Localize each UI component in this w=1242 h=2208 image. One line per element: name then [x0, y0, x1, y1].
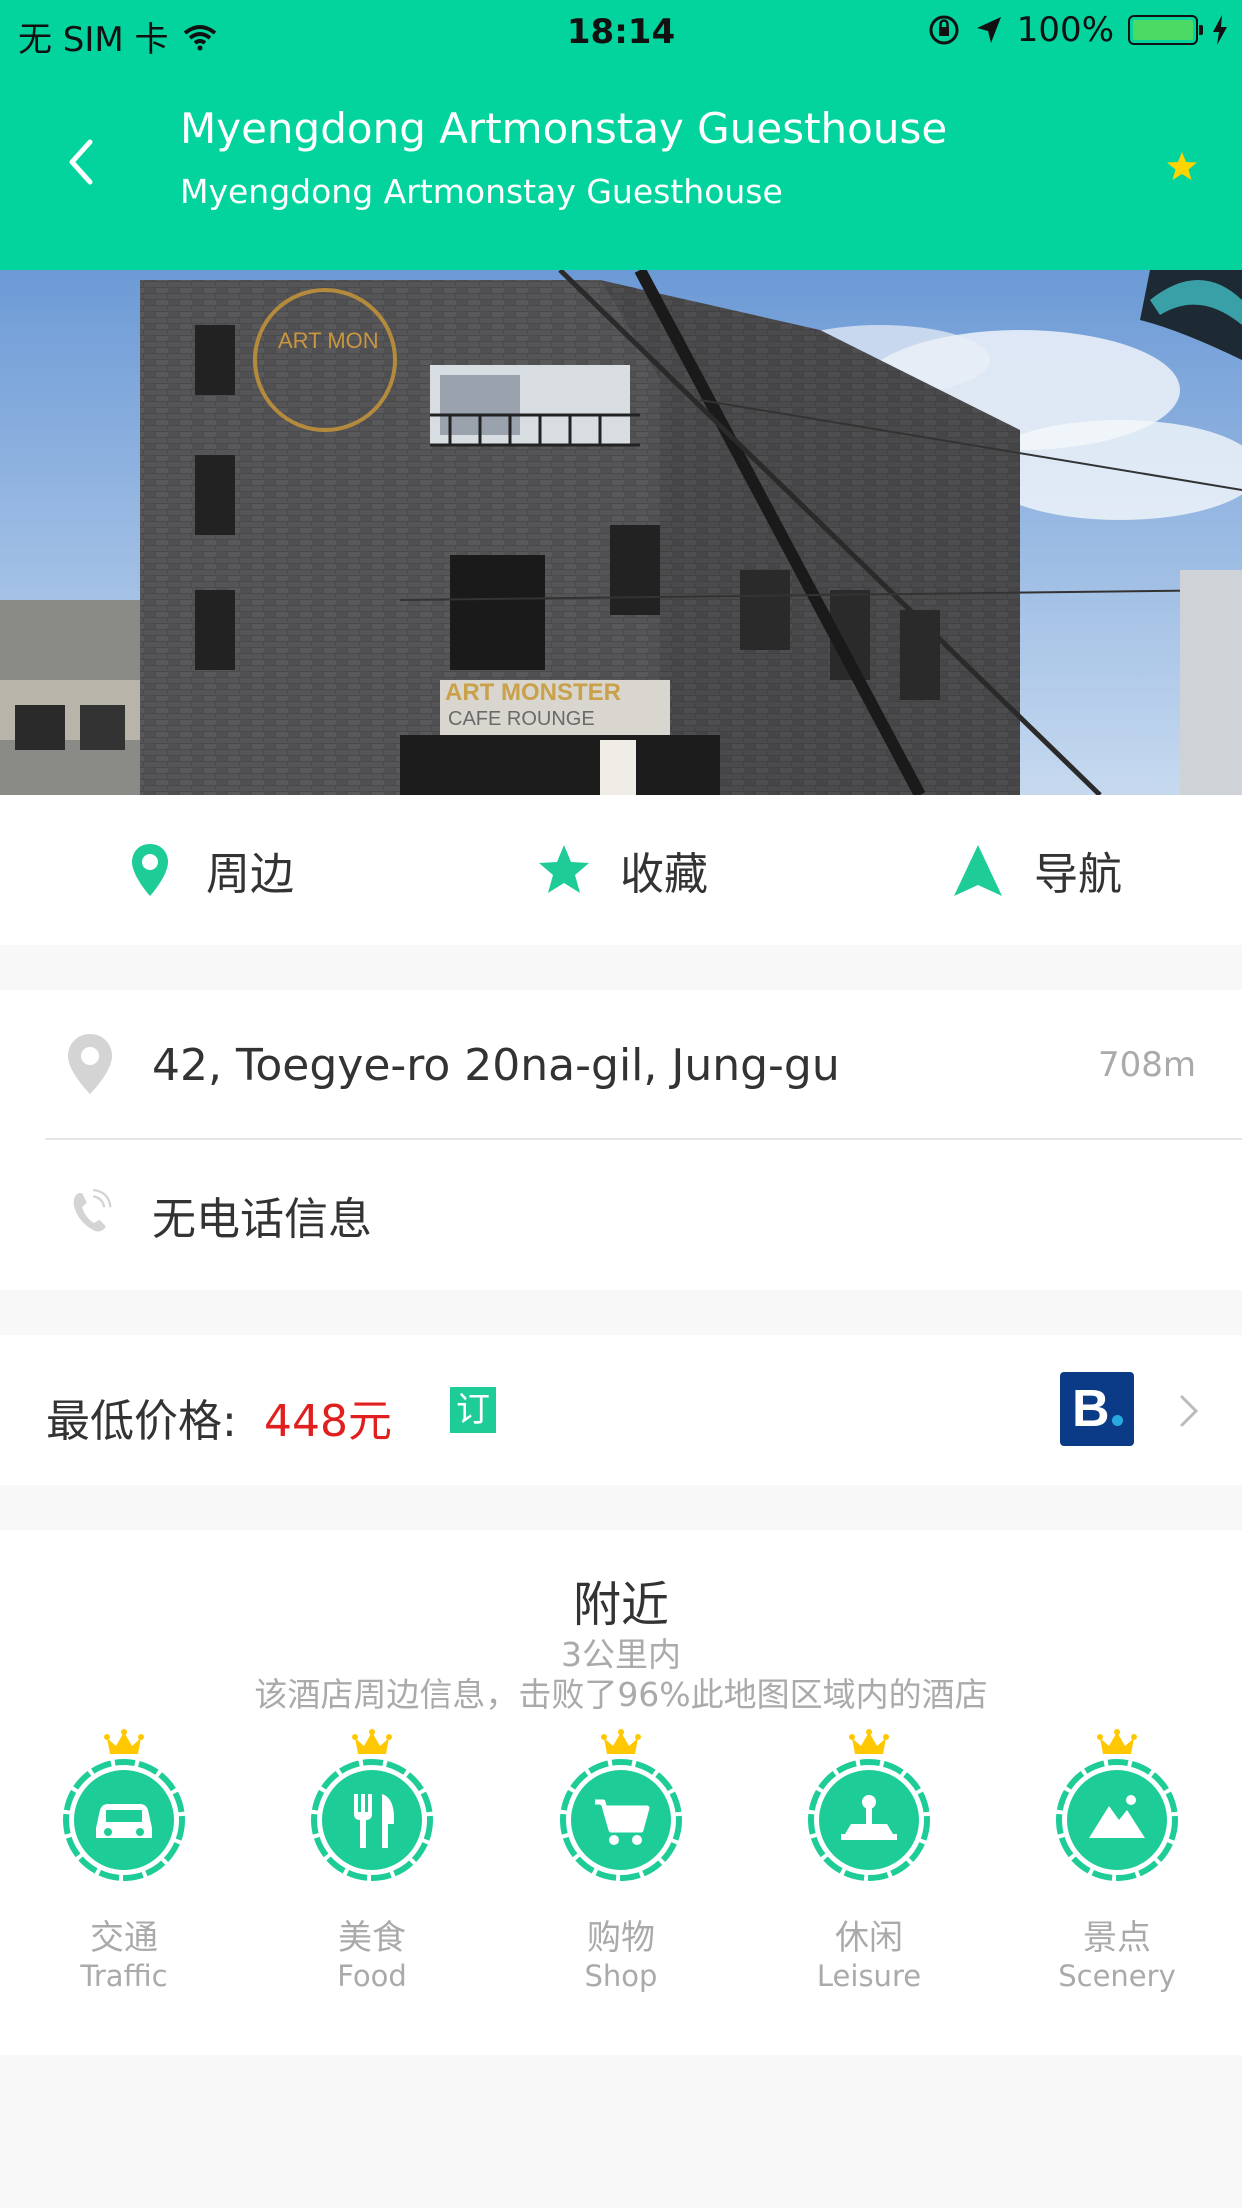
- joystick-icon: [808, 1759, 930, 1881]
- booking-logo: B: [1060, 1372, 1134, 1446]
- favorite-action-button[interactable]: 收藏: [414, 795, 828, 945]
- favorite-star-icon[interactable]: [1164, 148, 1200, 184]
- category-leisure-cn: 休闲: [835, 1918, 903, 1958]
- charging-bolt-icon: [1213, 15, 1227, 45]
- crown-icon: [1097, 1729, 1137, 1754]
- page-subtitle: Myengdong Artmonstay Guesthouse: [180, 172, 783, 211]
- car-icon: [63, 1759, 185, 1881]
- battery-icon: [1128, 15, 1203, 45]
- category-traffic[interactable]: 交通 Traffic: [34, 1728, 214, 1993]
- navigation-arrow-icon: [954, 845, 1002, 896]
- action-bar: 周边 收藏 导航: [0, 795, 1242, 945]
- status-bar: 无 SIM 卡 18:14 100%: [0, 0, 1242, 62]
- address-text: 42, Toegye-ro 20na-gil, Jung-gu: [152, 1039, 840, 1091]
- crown-icon: [601, 1729, 641, 1754]
- category-leisure-en: Leisure: [816, 1959, 922, 1993]
- location-pin-icon: [132, 844, 168, 896]
- fork-knife-icon: [311, 1759, 433, 1881]
- category-traffic-en: Traffic: [80, 1959, 168, 1993]
- nearby-action-button[interactable]: 周边: [0, 795, 414, 945]
- book-badge[interactable]: 订: [450, 1387, 496, 1433]
- category-shop[interactable]: 购物 Shop: [531, 1728, 711, 1993]
- category-shop-en: Shop: [584, 1959, 658, 1993]
- address-row[interactable]: 42, Toegye-ro 20na-gil, Jung-gu 708m: [0, 990, 1242, 1140]
- phone-text: 无电话信息: [152, 1194, 372, 1245]
- phone-icon: [73, 1188, 112, 1232]
- category-traffic-cn: 交通: [90, 1918, 158, 1958]
- hotel-photo: ART MON ART MONSTER CAFE ROUNGE: [0, 270, 1242, 795]
- category-food-cn: 美食: [338, 1918, 406, 1958]
- navigate-action-button[interactable]: 导航: [828, 795, 1242, 945]
- chevron-right-icon[interactable]: [1176, 1391, 1202, 1431]
- price-label: 最低价格:: [46, 1396, 237, 1447]
- category-food-en: Food: [337, 1959, 407, 1993]
- location-arrow-icon: [976, 17, 1001, 43]
- nearby-title: 附近: [572, 1577, 669, 1633]
- phone-row[interactable]: 无电话信息: [0, 1140, 1242, 1290]
- crown-icon: [849, 1729, 889, 1754]
- category-food[interactable]: 美食 Food: [282, 1728, 462, 1993]
- crown-icon: [352, 1729, 392, 1754]
- nearby-section: 附近 3公里内 该酒店周边信息，击败了96%此地图区域内的酒店 交通 Traff…: [0, 1530, 1242, 2055]
- logo-text: ART MON: [278, 328, 379, 353]
- orientation-lock-icon: [929, 15, 959, 45]
- back-chevron-icon[interactable]: [58, 132, 106, 192]
- category-leisure[interactable]: 休闲 Leisure: [779, 1728, 959, 1993]
- nearby-action-label: 周边: [206, 849, 294, 900]
- star-icon: [539, 845, 589, 893]
- distance-text: 708m: [1097, 1045, 1196, 1085]
- price-row[interactable]: 最低价格: 448元 订 B: [0, 1335, 1242, 1485]
- category-scenery-en: Scenery: [1058, 1959, 1176, 1993]
- nearby-description: 该酒店周边信息，击败了96%此地图区域内的酒店: [254, 1675, 988, 1714]
- sign-text-bottom: CAFE ROUNGE: [448, 708, 595, 730]
- category-shop-cn: 购物: [587, 1918, 655, 1958]
- hotel-photo-illustration: ART MON ART MONSTER CAFE ROUNGE: [0, 270, 1242, 795]
- battery-percent: 100%: [1016, 10, 1114, 50]
- price-value: 448元: [264, 1396, 392, 1447]
- contact-info-card: 42, Toegye-ro 20na-gil, Jung-gu 708m 无电话…: [0, 990, 1242, 1290]
- cart-icon: [560, 1759, 682, 1881]
- navigation-header: Myengdong Artmonstay Guesthouse Myengdon…: [0, 62, 1242, 270]
- sign-text-top: ART MONSTER: [445, 679, 621, 706]
- navigate-action-label: 导航: [1034, 849, 1122, 900]
- status-right-group: 100%: [927, 10, 1228, 50]
- page-title: Myengdong Artmonstay Guesthouse: [180, 104, 948, 153]
- category-scenery[interactable]: 景点 Scenery: [1027, 1728, 1207, 1993]
- address-pin-icon: [68, 1034, 112, 1094]
- crown-icon: [104, 1729, 144, 1754]
- favorite-action-label: 收藏: [620, 849, 708, 900]
- mountain-icon: [1056, 1759, 1178, 1881]
- category-scenery-cn: 景点: [1083, 1918, 1151, 1958]
